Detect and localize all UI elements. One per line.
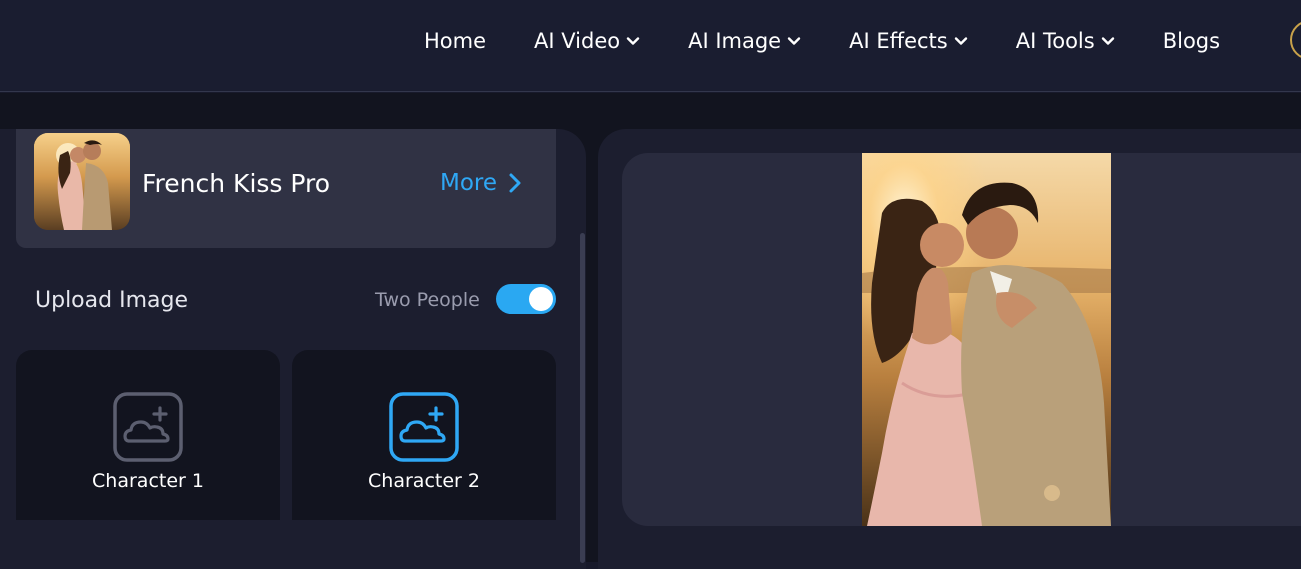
toggle-knob	[529, 287, 553, 311]
chevron-down-icon	[626, 34, 640, 48]
main-nav: Home AI Video AI Image AI Effects AI Too…	[424, 0, 1220, 82]
nav-home-label: Home	[424, 29, 487, 53]
effect-title: French Kiss Pro	[142, 169, 331, 198]
character-2-label: Character 2	[368, 470, 480, 492]
image-upload-icon	[388, 391, 460, 463]
two-people-label: Two People	[375, 289, 480, 311]
upload-image-label: Upload Image	[35, 288, 188, 313]
chevron-down-icon	[954, 34, 968, 48]
nav-ai-tools[interactable]: AI Tools	[1016, 29, 1115, 53]
two-people-toggle[interactable]	[496, 284, 556, 314]
more-label: More	[440, 170, 498, 196]
nav-blogs[interactable]: Blogs	[1163, 29, 1220, 53]
image-upload-icon	[112, 391, 184, 463]
nav-home[interactable]: Home	[424, 29, 486, 53]
preview-image	[862, 153, 1111, 526]
settings-scrollbar[interactable]	[580, 233, 585, 563]
character-1-upload[interactable]: Character 1	[16, 350, 280, 520]
nav-ai-video[interactable]: AI Video	[534, 29, 640, 53]
nav-blogs-label: Blogs	[1162, 29, 1221, 53]
more-effects-link[interactable]: More	[440, 170, 523, 196]
selected-effect-card[interactable]: French Kiss Pro More	[16, 129, 556, 248]
nav-ai-tools-label: AI Tools	[1015, 29, 1095, 53]
character-2-upload[interactable]: Character 2	[292, 350, 556, 520]
chevron-down-icon	[787, 34, 801, 48]
effect-thumbnail	[34, 133, 130, 230]
character-1-label: Character 1	[92, 470, 204, 492]
nav-ai-image-label: AI Image	[688, 29, 782, 53]
top-header: Home AI Video AI Image AI Effects AI Too…	[0, 0, 1301, 92]
chevron-right-icon	[509, 173, 521, 193]
nav-ai-video-label: AI Video	[534, 29, 621, 53]
user-avatar[interactable]	[1290, 20, 1301, 60]
chevron-down-icon	[1101, 34, 1115, 48]
nav-ai-effects-label: AI Effects	[849, 29, 948, 53]
nav-ai-image[interactable]: AI Image	[688, 29, 801, 53]
nav-ai-effects[interactable]: AI Effects	[849, 29, 968, 53]
